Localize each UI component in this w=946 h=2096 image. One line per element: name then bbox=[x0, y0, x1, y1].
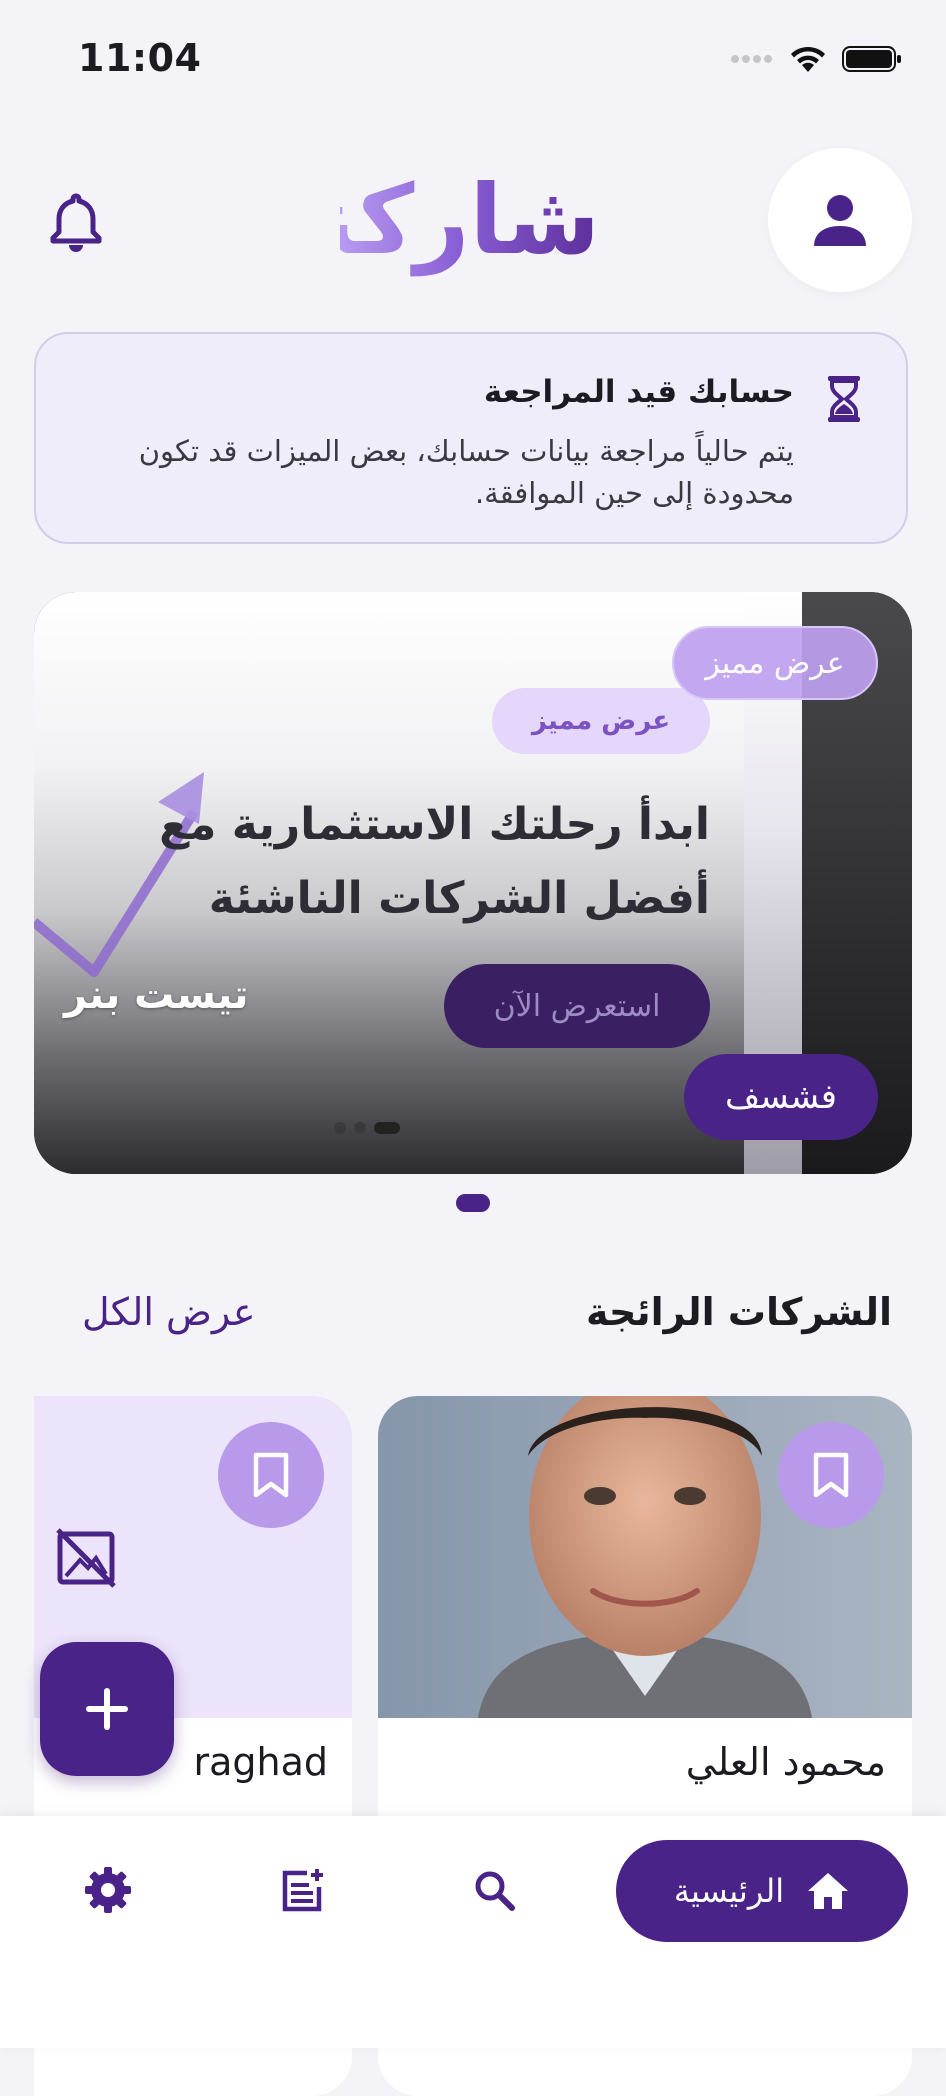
notice-body: يتم حالياً مراجعة بيانات حسابك، بعض المي… bbox=[138, 434, 794, 510]
status-time: 11:04 bbox=[78, 36, 202, 80]
promo-banner[interactable]: عرض مميز ابدأ رحلتك الاستثمارية مع أفضل … bbox=[34, 592, 912, 1174]
account-review-notice: حسابك قيد المراجعة يتم حالياً مراجعة بيا… bbox=[34, 332, 908, 544]
profile-button[interactable] bbox=[768, 148, 912, 292]
status-icons bbox=[730, 44, 902, 74]
notice-title: حسابك قيد المراجعة bbox=[483, 374, 794, 410]
carousel-page-indicator[interactable] bbox=[456, 1194, 490, 1212]
section-title: الشركات الرائجة bbox=[585, 1290, 892, 1334]
featured-badge: عرض مميز bbox=[672, 626, 878, 700]
inner-dot bbox=[354, 1122, 366, 1134]
nav-home-label: الرئيسية bbox=[673, 1872, 785, 1910]
notifications-bell-icon[interactable] bbox=[48, 192, 104, 252]
nav-settings-tab[interactable] bbox=[80, 1862, 136, 1918]
banner-title: تيست بنر bbox=[64, 972, 249, 1018]
bookmark-icon bbox=[813, 1452, 849, 1498]
banner-headline: ابدأ رحلتك الاستثمارية مع أفضل الشركات ا… bbox=[159, 799, 710, 924]
hourglass-icon bbox=[824, 374, 864, 424]
company-name: محمود العلي bbox=[685, 1740, 886, 1784]
user-icon bbox=[814, 195, 866, 246]
bookmark-button[interactable] bbox=[778, 1422, 884, 1528]
inner-dot-active bbox=[374, 1122, 400, 1134]
banner-action-button[interactable]: فشسف bbox=[684, 1054, 878, 1140]
cellular-signal-icon bbox=[731, 55, 772, 63]
post-add-icon bbox=[282, 1869, 323, 1912]
inner-slide-dots bbox=[334, 1122, 400, 1134]
nav-posts-tab[interactable] bbox=[274, 1862, 330, 1918]
plus-icon bbox=[86, 1688, 128, 1730]
home-icon bbox=[808, 1873, 849, 1909]
nav-search-tab[interactable] bbox=[466, 1862, 522, 1918]
logo-text: شاركني bbox=[222, 160, 600, 280]
add-button[interactable] bbox=[40, 1642, 174, 1776]
app-logo: شاركني bbox=[222, 160, 600, 280]
nav-home-tab[interactable]: الرئيسية bbox=[616, 1840, 908, 1942]
banner-browse-now-button: استعرض الآن bbox=[444, 964, 710, 1048]
image-unavailable-icon bbox=[56, 1528, 116, 1588]
inner-dot bbox=[334, 1122, 346, 1134]
inner-featured-badge: عرض مميز bbox=[492, 688, 710, 754]
company-name: raghad bbox=[193, 1740, 328, 1784]
view-all-link[interactable]: عرض الكل bbox=[82, 1290, 256, 1334]
wifi-icon bbox=[791, 46, 825, 72]
bottom-navigation: الرئيسية bbox=[0, 1816, 946, 2048]
battery-icon bbox=[842, 46, 901, 72]
bookmark-icon bbox=[253, 1452, 289, 1498]
bookmark-button[interactable] bbox=[218, 1422, 324, 1528]
search-icon bbox=[475, 1871, 515, 1911]
gear-icon bbox=[85, 1867, 131, 1913]
